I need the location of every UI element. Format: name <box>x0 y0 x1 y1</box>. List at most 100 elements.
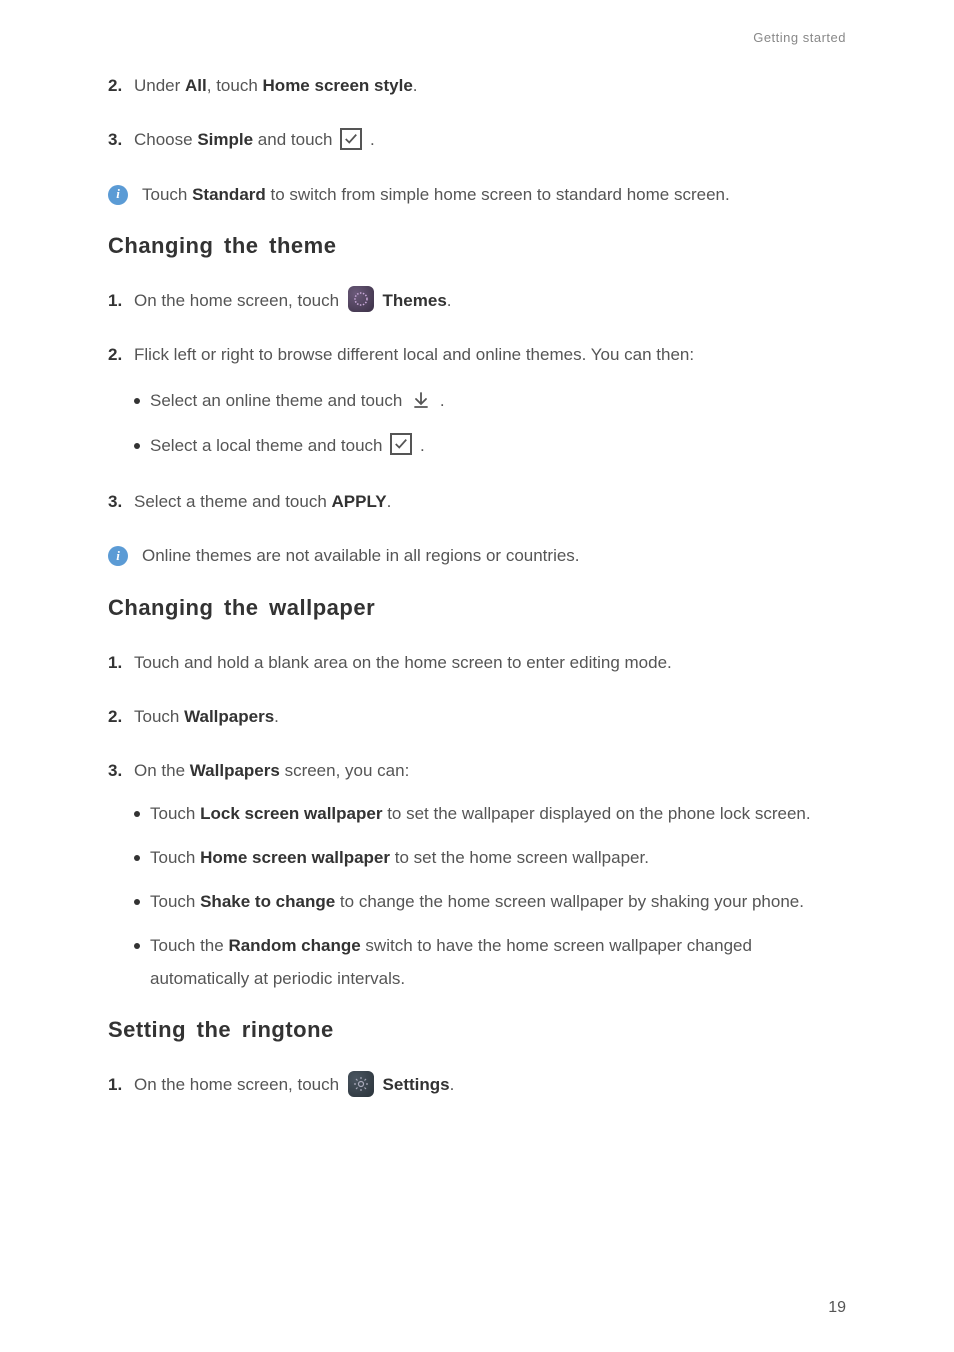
step-body: Choose Simple and touch . <box>134 124 846 156</box>
bold-wallpapers: Wallpapers <box>184 707 274 726</box>
text: Choose <box>134 130 197 149</box>
step-body: On the home screen, touch Themes. <box>134 285 846 317</box>
text: On the home screen, touch <box>134 291 344 310</box>
step-number: 1. <box>108 285 134 317</box>
theme-step-3: 3. Select a theme and touch APPLY. <box>108 486 846 518</box>
text: Select an online theme and touch <box>150 391 407 410</box>
sub-body: Select an online theme and touch . <box>150 385 846 417</box>
info-icon: i <box>108 185 128 205</box>
step-body: Touch Wallpapers. <box>134 701 846 733</box>
step-body: Flick left or right to browse different … <box>134 339 846 474</box>
text: On the <box>134 761 190 780</box>
bold-all: All <box>185 76 207 95</box>
wallpaper-sublist: Touch Lock screen wallpaper to set the w… <box>134 798 846 995</box>
info-icon: i <box>108 546 128 566</box>
step-number: 2. <box>108 70 134 102</box>
step-number: 1. <box>108 1069 134 1101</box>
theme-step-2: 2. Flick left or right to browse differe… <box>108 339 846 474</box>
step-number: 2. <box>108 701 134 733</box>
heading-changing-theme: Changing the theme <box>108 233 846 259</box>
text: Touch <box>150 892 200 911</box>
bold-standard: Standard <box>192 185 266 204</box>
text: . <box>274 707 279 726</box>
text: Touch <box>134 707 184 726</box>
text: to set the wallpaper displayed on the ph… <box>382 804 810 823</box>
text: to switch from simple home screen to sta… <box>266 185 730 204</box>
wallpaper-step-2: 2. Touch Wallpapers. <box>108 701 846 733</box>
theme-step-1: 1. On the home screen, touch Themes. <box>108 285 846 317</box>
bold-themes: Themes <box>383 291 447 310</box>
step-number: 3. <box>108 486 134 518</box>
step-body: Under All, touch Home screen style. <box>134 70 846 102</box>
text: and touch <box>253 130 337 149</box>
download-icon <box>410 389 432 411</box>
text: . <box>413 76 418 95</box>
text: to change the home screen wallpaper by s… <box>335 892 804 911</box>
page-number: 19 <box>828 1299 846 1317</box>
bold-lock-screen-wallpaper: Lock screen wallpaper <box>200 804 382 823</box>
text: screen, you can: <box>280 761 409 780</box>
wallpaper-substep-home: Touch Home screen wallpaper to set the h… <box>134 842 846 874</box>
sub-body: Touch Shake to change to change the home… <box>150 886 846 918</box>
step-body: Touch and hold a blank area on the home … <box>134 647 846 679</box>
bullet-icon <box>134 899 140 905</box>
settings-app-icon <box>348 1071 374 1097</box>
sub-body: Touch Lock screen wallpaper to set the w… <box>150 798 846 830</box>
bold-wallpapers: Wallpapers <box>190 761 280 780</box>
step-2: 2. Under All, touch Home screen style. <box>108 70 846 102</box>
text: to set the home screen wallpaper. <box>390 848 649 867</box>
text: . <box>387 492 392 511</box>
text: . <box>450 1075 455 1094</box>
page-header-section: Getting started <box>753 30 846 45</box>
themes-app-icon <box>348 286 374 312</box>
text: Select a local theme and touch <box>150 436 387 455</box>
checkmark-box-icon <box>340 128 362 150</box>
bold-settings: Settings <box>383 1075 450 1094</box>
text: Touch <box>150 804 200 823</box>
bold-home-screen-wallpaper: Home screen wallpaper <box>200 848 390 867</box>
bold-home-screen-style: Home screen style <box>263 76 413 95</box>
text: Touch <box>150 848 200 867</box>
step-number: 3. <box>108 755 134 787</box>
bold-apply: APPLY <box>332 492 387 511</box>
step-3: 3. Choose Simple and touch . <box>108 124 846 156</box>
bullet-icon <box>134 943 140 949</box>
wallpaper-substep-shake: Touch Shake to change to change the home… <box>134 886 846 918</box>
page-content: 2. Under All, touch Home screen style. 3… <box>108 70 846 1101</box>
text: Touch the <box>150 936 228 955</box>
text: Under <box>134 76 185 95</box>
wallpaper-substep-random: Touch the Random change switch to have t… <box>134 930 846 995</box>
theme-substep-online: Select an online theme and touch . <box>134 385 846 417</box>
text: , touch <box>207 76 263 95</box>
info-body: Touch Standard to switch from simple hom… <box>142 179 846 211</box>
wallpaper-substep-lock: Touch Lock screen wallpaper to set the w… <box>134 798 846 830</box>
text: On the home screen, touch <box>134 1075 344 1094</box>
bullet-icon <box>134 811 140 817</box>
wallpaper-step-3: 3. On the Wallpapers screen, you can: <box>108 755 846 787</box>
step-body: Select a theme and touch APPLY. <box>134 486 846 518</box>
bold-random-change: Random change <box>228 936 360 955</box>
sub-body: Touch the Random change switch to have t… <box>150 930 846 995</box>
checkmark-box-icon <box>390 433 412 455</box>
ringtone-step-1: 1. On the home screen, touch Settings. <box>108 1069 846 1101</box>
sub-body: Select a local theme and touch . <box>150 430 846 462</box>
theme-substep-local: Select a local theme and touch . <box>134 430 846 462</box>
heading-changing-wallpaper: Changing the wallpaper <box>108 595 846 621</box>
text: . <box>440 391 445 410</box>
text: Flick left or right to browse different … <box>134 345 694 364</box>
text: Select a theme and touch <box>134 492 332 511</box>
bullet-icon <box>134 398 140 404</box>
bullet-icon <box>134 443 140 449</box>
step-body: On the Wallpapers screen, you can: <box>134 755 846 787</box>
text: Touch <box>142 185 192 204</box>
step-body: On the home screen, touch Settings. <box>134 1069 846 1101</box>
bold-simple: Simple <box>197 130 253 149</box>
text: . <box>447 291 452 310</box>
info-note-standard: i Touch Standard to switch from simple h… <box>108 179 846 211</box>
bold-shake-to-change: Shake to change <box>200 892 335 911</box>
bullet-icon <box>134 855 140 861</box>
wallpaper-step-1: 1. Touch and hold a blank area on the ho… <box>108 647 846 679</box>
info-body: Online themes are not available in all r… <box>142 540 846 572</box>
step-number: 3. <box>108 124 134 156</box>
info-note-online-themes: i Online themes are not available in all… <box>108 540 846 572</box>
